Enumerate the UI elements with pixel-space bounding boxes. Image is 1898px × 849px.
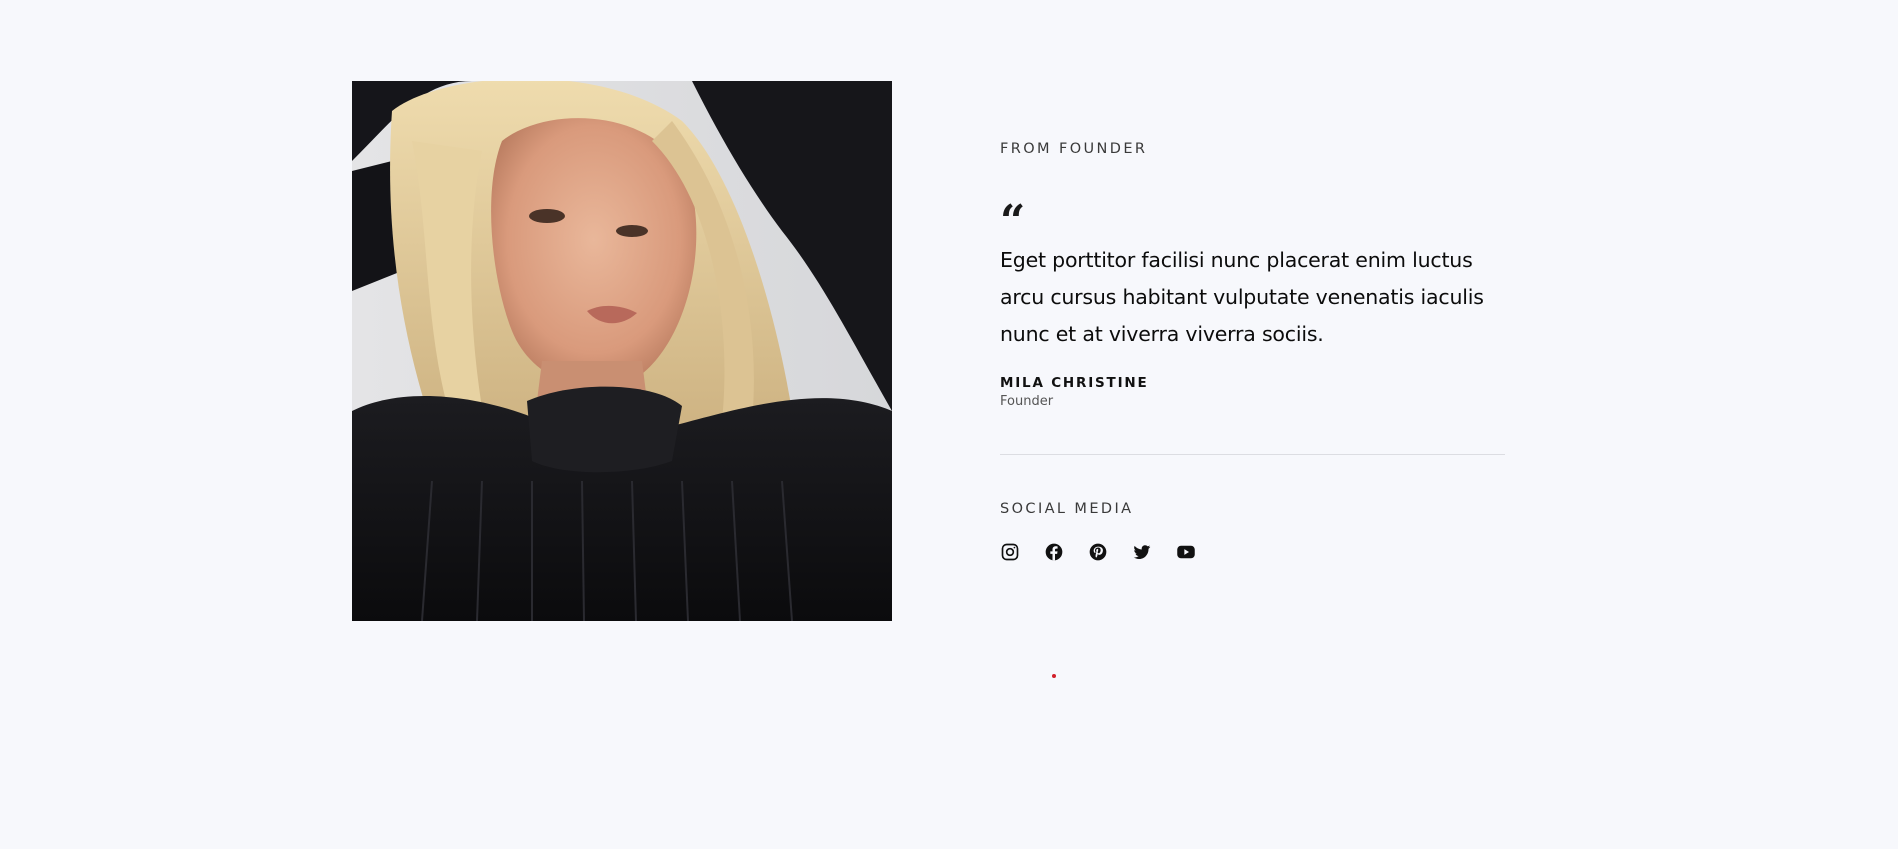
divider	[1000, 454, 1505, 455]
author-role: Founder	[1000, 394, 1054, 409]
instagram-link[interactable]	[1000, 541, 1020, 563]
loader-dot	[1052, 674, 1056, 678]
social-links	[1000, 541, 1196, 563]
instagram-icon	[1001, 543, 1019, 561]
facebook-link[interactable]	[1044, 541, 1064, 563]
quote-icon: “	[1000, 196, 1026, 247]
social-media-title: SOCIAL MEDIA	[1000, 501, 1134, 517]
founder-quote: Eget porttitor facilisi nunc placerat en…	[1000, 248, 1484, 346]
youtube-link[interactable]	[1176, 541, 1196, 563]
youtube-icon	[1177, 545, 1195, 559]
twitter-icon	[1133, 545, 1151, 559]
founder-portrait-image	[352, 81, 892, 621]
founder-section: FROM FOUNDER “ Eget porttitor facilisi n…	[0, 0, 1898, 849]
facebook-icon	[1045, 543, 1063, 561]
pinterest-icon	[1089, 543, 1107, 561]
twitter-link[interactable]	[1132, 541, 1152, 563]
author-name: MILA CHRISTINE	[1000, 375, 1149, 391]
section-eyebrow: FROM FOUNDER	[1000, 141, 1148, 157]
pinterest-link[interactable]	[1088, 541, 1108, 563]
